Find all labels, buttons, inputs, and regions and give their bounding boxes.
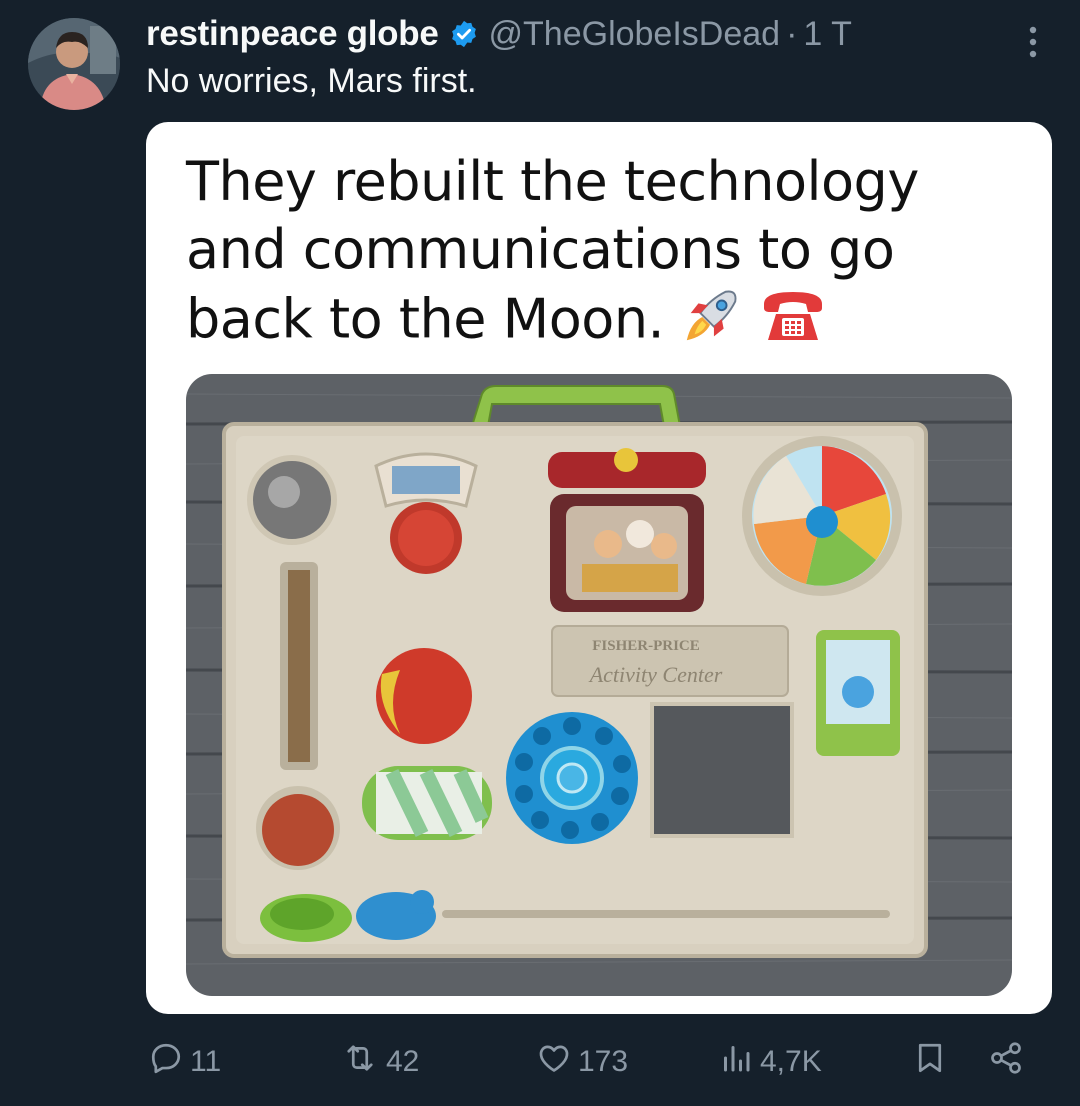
views-count: 4,7K <box>760 1045 822 1078</box>
bookmark-button[interactable] <box>912 1042 948 1082</box>
telephone-icon <box>760 286 826 360</box>
verified-badge-icon <box>449 19 479 49</box>
tweet-header: restinpeace globe @TheGlobeIsDead · 1 T <box>146 12 852 56</box>
repost-count: 42 <box>386 1045 420 1078</box>
meme-caption: They rebuilt the technology and communic… <box>186 148 1026 362</box>
tweet-media[interactable]: They rebuilt the technology and communic… <box>146 122 1052 1014</box>
reply-count: 11 <box>190 1045 222 1078</box>
like-count: 173 <box>578 1045 629 1078</box>
share-icon <box>988 1040 1024 1084</box>
heart-icon <box>536 1040 572 1084</box>
rocket-icon <box>681 284 743 362</box>
reply-button[interactable]: 11 <box>148 1042 221 1082</box>
views-button[interactable]: 4,7K <box>718 1042 822 1082</box>
photo-brand-line1: FISHER-PRICE <box>592 638 700 654</box>
views-chart-icon <box>718 1040 754 1084</box>
tweet: restinpeace globe @TheGlobeIsDead · 1 T … <box>0 0 1080 1106</box>
activity-center-photo[interactable]: FISHER-PRICE Activity Center <box>186 374 1012 996</box>
tweet-actions: 11 42 173 4,7K <box>0 1030 1080 1094</box>
tweet-text: No worries, Mars first. <box>146 62 477 100</box>
like-button[interactable]: 173 <box>536 1042 628 1082</box>
share-button[interactable] <box>988 1042 1024 1082</box>
timestamp[interactable]: 1 T <box>803 15 852 54</box>
reply-icon <box>148 1040 184 1084</box>
photo-brand-line2: Activity Center <box>588 662 723 687</box>
repost-icon <box>340 1040 380 1084</box>
more-vertical-icon[interactable] <box>1018 22 1048 62</box>
display-name[interactable]: restinpeace globe <box>146 14 439 54</box>
bookmark-icon <box>912 1040 948 1084</box>
separator-dot: · <box>786 14 798 53</box>
avatar[interactable] <box>28 18 120 110</box>
repost-button[interactable]: 42 <box>340 1042 419 1082</box>
handle[interactable]: @TheGlobeIsDead <box>489 15 781 54</box>
